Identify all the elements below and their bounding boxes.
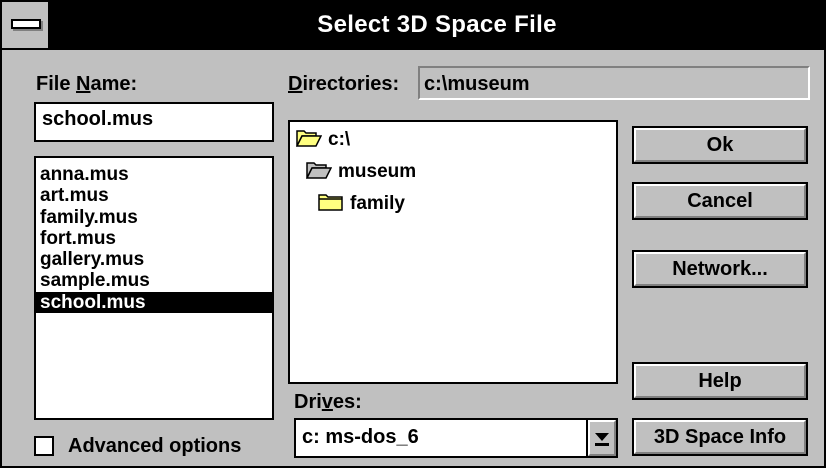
open-folder-icon bbox=[306, 161, 332, 179]
folder-icon bbox=[318, 193, 344, 211]
file-list-item-selected[interactable]: school.mus bbox=[36, 291, 272, 314]
file-list-item[interactable]: anna.mus bbox=[36, 164, 272, 185]
file-list-item[interactable]: art.mus bbox=[36, 185, 272, 206]
ok-button[interactable]: Ok bbox=[632, 126, 808, 164]
window-title: Select 3D Space File bbox=[317, 11, 557, 38]
select-3d-space-file-dialog: Select 3D Space File File Name: school.m… bbox=[0, 0, 826, 468]
file-list-item[interactable]: gallery.mus bbox=[36, 249, 272, 270]
drives-label: Drives: bbox=[294, 391, 362, 413]
file-list-item[interactable]: family.mus bbox=[36, 207, 272, 228]
advanced-options-label[interactable]: Advanced options bbox=[68, 434, 241, 458]
file-name-value: school.mus bbox=[42, 108, 154, 130]
drives-selected-value: c: ms-dos_6 bbox=[302, 426, 419, 448]
directories-label: Directories: bbox=[288, 73, 400, 95]
file-list-item[interactable]: fort.mus bbox=[36, 228, 272, 249]
file-name-label: File Name: bbox=[36, 73, 138, 95]
current-directory-path: c:\museum bbox=[418, 66, 810, 100]
directory-item-family[interactable]: family bbox=[318, 192, 405, 216]
cancel-button[interactable]: Cancel bbox=[632, 182, 808, 220]
drives-dropdown[interactable]: c: ms-dos_6 bbox=[294, 418, 618, 458]
file-list[interactable]: anna.mus art.mus family.mus fort.mus gal… bbox=[34, 156, 274, 420]
help-button[interactable]: Help bbox=[632, 362, 808, 400]
directory-item-museum[interactable]: museum bbox=[306, 160, 416, 184]
advanced-options-checkbox[interactable] bbox=[34, 436, 54, 456]
dropdown-arrow-icon[interactable] bbox=[586, 420, 616, 456]
directory-item-root[interactable]: c:\ bbox=[296, 128, 350, 152]
file-list-item[interactable]: sample.mus bbox=[36, 270, 272, 291]
open-folder-icon bbox=[296, 129, 322, 147]
3d-space-info-button[interactable]: 3D Space Info bbox=[632, 418, 808, 456]
network-button[interactable]: Network... bbox=[632, 250, 808, 288]
file-name-input[interactable]: school.mus bbox=[34, 102, 274, 142]
title-bar[interactable]: Select 3D Space File bbox=[2, 2, 824, 50]
system-menu-icon[interactable] bbox=[2, 2, 50, 48]
directory-tree[interactable]: c:\ museum family bbox=[288, 120, 618, 384]
